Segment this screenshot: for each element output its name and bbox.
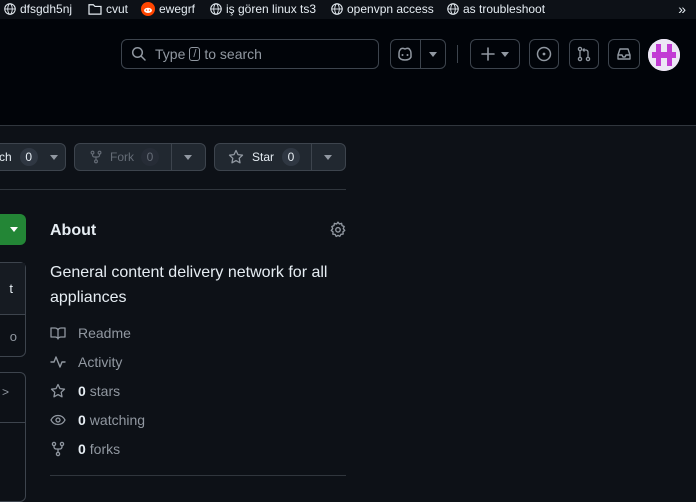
folder-icon — [88, 4, 102, 15]
global-header: Type / to search — [0, 19, 696, 126]
watch-button[interactable]: ch 0 — [0, 143, 66, 171]
bookmarks-overflow-button[interactable]: » — [678, 1, 686, 17]
star-button[interactable]: Star 0 — [214, 143, 346, 171]
bookmark-ewegrf[interactable]: ewegrf — [141, 2, 195, 16]
stars-count: 0 — [78, 383, 86, 399]
watch-dropdown-button[interactable] — [42, 144, 65, 170]
readme-link[interactable]: Readme — [50, 325, 131, 341]
forks-link[interactable]: 0 forks — [50, 441, 120, 457]
bookmark-label: openvpn access — [347, 2, 434, 16]
left-panel: t o — [0, 262, 26, 357]
triangle-down-icon — [501, 51, 509, 57]
globe-icon — [331, 3, 343, 15]
triangle-down-icon — [49, 154, 58, 160]
eye-icon — [50, 412, 66, 428]
bookmarks-bar: dfsgdh5nj cvut ewegrf iş gören linux ts3… — [0, 0, 696, 19]
bookmark-is-goren[interactable]: iş gören linux ts3 — [210, 2, 316, 16]
about-divider — [50, 475, 346, 476]
copilot-icon — [391, 46, 420, 62]
pull-requests-button[interactable] — [569, 39, 599, 69]
reddit-icon — [141, 2, 155, 16]
triangle-down-icon — [324, 154, 333, 160]
left-panel-lower: > — [0, 372, 26, 502]
star-count: 0 — [282, 148, 301, 166]
pulse-icon — [50, 354, 66, 370]
triangle-down-icon — [184, 154, 193, 160]
readme-label: Readme — [78, 325, 131, 341]
about-title: About — [50, 222, 97, 239]
copilot-button[interactable] — [390, 39, 446, 69]
bookmark-label: iş gören linux ts3 — [226, 2, 317, 16]
repo-forked-icon — [50, 441, 66, 457]
about-settings-button[interactable] — [329, 221, 347, 244]
code-button[interactable] — [0, 214, 26, 245]
issues-button[interactable] — [529, 39, 559, 69]
bookmark-label: ewegrf — [159, 2, 196, 16]
search-input[interactable]: Type / to search — [121, 39, 379, 69]
bookmark-label: cvut — [106, 2, 129, 16]
search-placeholder-prefix: Type — [155, 46, 186, 62]
stars-label: stars — [89, 383, 121, 399]
gear-icon — [330, 221, 346, 238]
star-label: Star — [252, 150, 275, 164]
watching-label: watching — [89, 412, 146, 428]
search-icon — [131, 46, 147, 62]
bookmark-label: as troubleshoot — [463, 2, 546, 16]
section-divider — [0, 189, 346, 190]
left-panel-item-text: o — [9, 329, 17, 344]
search-placeholder-suffix: to search — [204, 46, 262, 62]
bookmark-label: dfsgdh5nj — [20, 2, 73, 16]
repo-forked-icon — [90, 150, 102, 164]
activity-label: Activity — [78, 354, 123, 370]
left-panel-item-text: t — [9, 281, 13, 296]
star-icon — [50, 383, 66, 399]
triangle-down-icon — [428, 51, 437, 57]
bookmark-openvpn[interactable]: openvpn access — [331, 2, 434, 16]
stars-link[interactable]: 0 stars — [50, 383, 120, 399]
globe-icon — [4, 3, 16, 15]
left-panel-divider — [0, 422, 25, 423]
globe-icon — [210, 3, 222, 15]
fork-dropdown-button[interactable] — [170, 144, 205, 170]
inbox-icon — [617, 48, 631, 60]
fork-button[interactable]: Fork 0 — [74, 143, 206, 171]
book-icon — [50, 325, 66, 341]
fork-label: Fork — [110, 150, 134, 164]
bookmark-cvut[interactable]: cvut — [88, 2, 128, 16]
star-dropdown-button[interactable] — [310, 144, 345, 170]
activity-link[interactable]: Activity — [50, 354, 122, 370]
bookmark-as-troubleshoot[interactable]: as troubleshoot — [447, 2, 545, 16]
globe-icon — [447, 3, 459, 15]
forks-count: 0 — [78, 441, 86, 457]
left-panel-lower-text: > — [1, 385, 9, 399]
triangle-down-icon — [10, 227, 18, 232]
fork-count: 0 — [141, 148, 159, 166]
watching-link[interactable]: 0 watching — [50, 412, 145, 428]
git-pull-request-icon — [577, 46, 591, 62]
forks-label: forks — [89, 441, 121, 457]
watch-count: 0 — [19, 148, 38, 166]
user-avatar[interactable] — [648, 39, 680, 71]
watching-count: 0 — [78, 412, 86, 428]
left-panel-item[interactable]: t — [0, 263, 25, 315]
inbox-button[interactable] — [608, 39, 640, 69]
star-icon — [228, 149, 244, 164]
create-new-button[interactable] — [470, 39, 520, 69]
header-divider — [457, 45, 458, 63]
about-description: General content delivery network for all… — [50, 264, 328, 306]
plus-icon — [481, 47, 495, 61]
copilot-dropdown-button[interactable] — [419, 40, 445, 68]
watch-label: ch — [0, 150, 12, 164]
search-shortcut-key: / — [189, 47, 201, 61]
issue-opened-icon — [536, 46, 552, 62]
bookmark-dfsgdh5nj[interactable]: dfsgdh5nj — [4, 2, 72, 16]
